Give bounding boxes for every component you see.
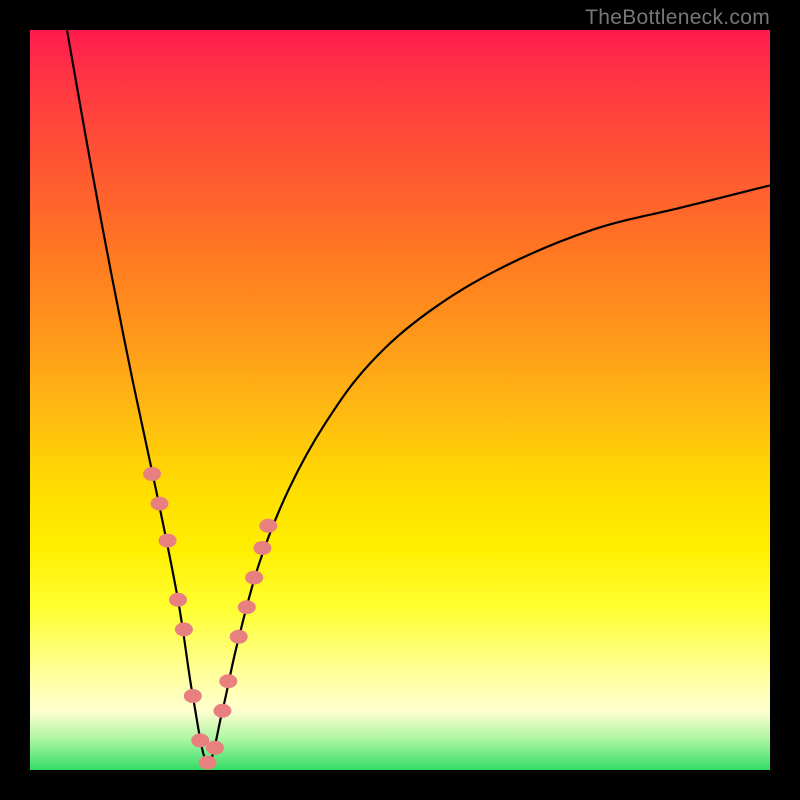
marker-dot	[259, 519, 277, 533]
marker-dot	[213, 704, 231, 718]
marker-dot	[184, 689, 202, 703]
marker-dots	[143, 467, 277, 770]
marker-dot	[191, 733, 209, 747]
marker-dot	[206, 741, 224, 755]
bottleneck-curve	[67, 30, 770, 763]
marker-dot	[151, 497, 169, 511]
chart-container: TheBottleneck.com	[0, 0, 800, 800]
watermark-label: TheBottleneck.com	[585, 6, 770, 30]
marker-dot	[175, 622, 193, 636]
marker-dot	[199, 756, 217, 770]
curve-svg	[30, 30, 770, 770]
marker-dot	[219, 674, 237, 688]
marker-dot	[238, 600, 256, 614]
plot-area	[30, 30, 770, 770]
marker-dot	[230, 630, 248, 644]
marker-dot	[245, 571, 263, 585]
marker-dot	[159, 534, 177, 548]
marker-dot	[169, 593, 187, 607]
marker-dot	[253, 541, 271, 555]
marker-dot	[143, 467, 161, 481]
